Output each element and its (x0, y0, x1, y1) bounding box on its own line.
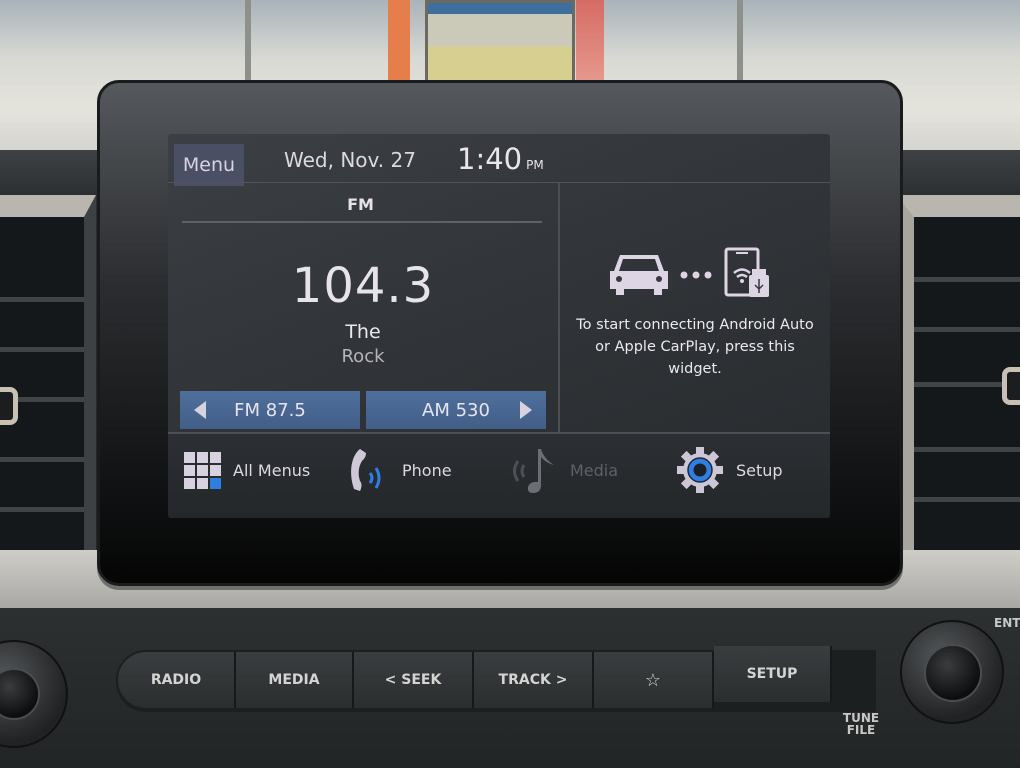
arrow-right-icon (520, 401, 532, 419)
phone-wifi-usb-icon (724, 247, 769, 297)
next-preset-label: AM 530 (422, 399, 490, 421)
seek-hard-button[interactable]: < SEEK (354, 652, 474, 708)
station-name-line1: The (345, 321, 381, 343)
bottom-dock: All Menus Phone Media Setup (168, 434, 830, 518)
enter-label: ENT (994, 616, 1020, 630)
clock-display: 1:40 PM (457, 142, 544, 176)
station-name-line2: Rock (341, 346, 385, 367)
light-pole (245, 0, 251, 90)
status-bar: Menu Wed, Nov. 27 1:40 PM (168, 134, 830, 186)
right-air-vent (896, 195, 1020, 565)
car-icon (610, 255, 668, 295)
band-label: FM (347, 195, 374, 214)
dock-label: All Menus (233, 460, 311, 480)
dock-setup[interactable]: Setup (676, 444, 783, 496)
vent-adjuster[interactable] (0, 387, 18, 425)
favorite-hard-button[interactable]: ☆ (594, 652, 714, 708)
vent-adjuster[interactable] (1002, 367, 1020, 405)
dock-label: Media (570, 460, 619, 480)
radio-widget[interactable]: FM 104.3 The Rock FM 87.5 AM 530 (168, 183, 558, 433)
frequency-display: 104.3 (291, 258, 435, 314)
clock-ampm: PM (526, 158, 544, 172)
gear-icon (677, 447, 723, 493)
projection-message: To start connecting Android Auto or Appl… (576, 317, 814, 377)
dock-phone[interactable]: Phone (346, 444, 452, 496)
infotainment-screen: Menu Wed, Nov. 27 1:40 PM FM 104.3 The Ro… (168, 134, 830, 518)
previous-preset-button[interactable]: FM 87.5 (180, 391, 360, 429)
light-pole (737, 0, 743, 80)
dots-icon (680, 271, 712, 279)
media-hard-button[interactable]: MEDIA (236, 652, 354, 708)
arrow-left-icon (194, 401, 206, 419)
clock-time: 1:40 (457, 142, 523, 176)
divider (182, 221, 542, 223)
file-label: FILE (846, 723, 876, 737)
dock-label: Phone (402, 460, 452, 480)
orange-post (388, 0, 410, 85)
next-preset-button[interactable]: AM 530 (366, 391, 546, 429)
left-air-vent (0, 195, 96, 565)
roadside-sign (425, 0, 575, 85)
previous-preset-label: FM 87.5 (234, 399, 306, 421)
music-note-icon (513, 449, 554, 493)
tune-file-label: TUNE FILE (836, 712, 886, 736)
setup-hard-button[interactable]: SETUP (714, 646, 832, 702)
menu-button[interactable]: Menu (174, 144, 244, 186)
radio-hard-button[interactable]: RADIO (118, 652, 236, 708)
dock-all-menus[interactable]: All Menus (184, 444, 310, 496)
dock-media[interactable]: Media (508, 444, 618, 496)
grid-icon (184, 451, 221, 489)
phone-projection-widget[interactable]: To start connecting Android Auto or Appl… (560, 183, 830, 433)
date-display: Wed, Nov. 27 (284, 148, 416, 172)
tune-file-knob[interactable] (900, 620, 1004, 724)
dock-label: Setup (736, 460, 783, 480)
phone-icon (351, 449, 381, 491)
red-post (576, 0, 604, 85)
track-hard-button[interactable]: TRACK > (474, 652, 594, 708)
projection-icons (610, 247, 769, 297)
